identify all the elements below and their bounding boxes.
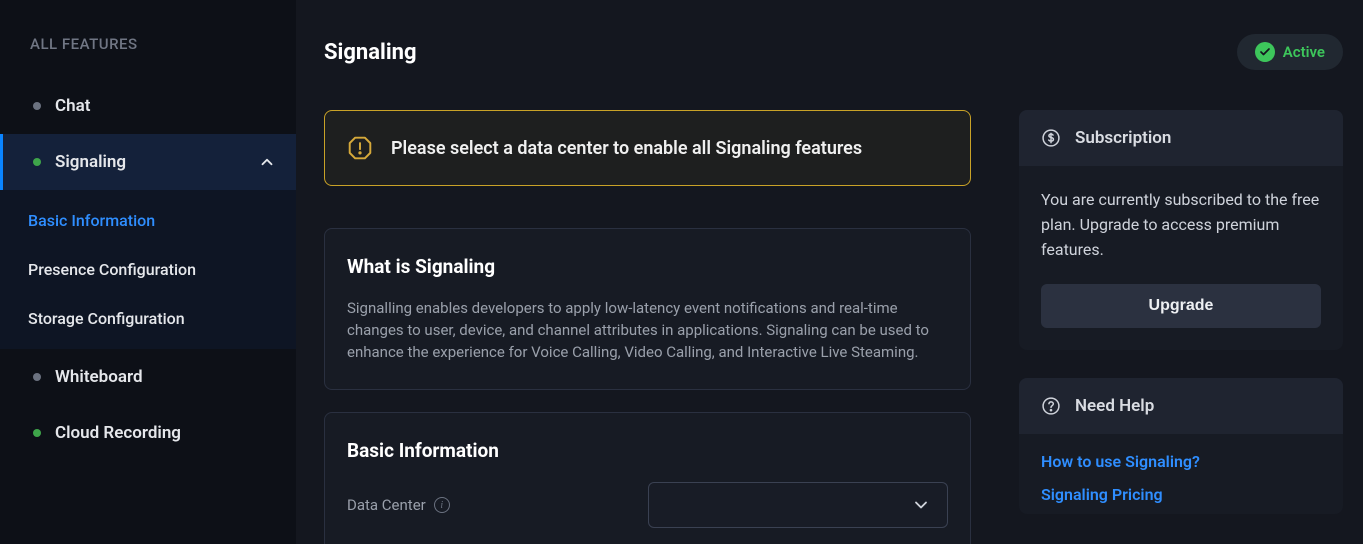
dollar-icon bbox=[1041, 128, 1061, 148]
status-badge: Active bbox=[1237, 34, 1343, 70]
status-dot-icon bbox=[33, 158, 41, 166]
sidebar-sub-presence-configuration[interactable]: Presence Configuration bbox=[0, 245, 296, 294]
card-title: What is Signaling bbox=[347, 255, 948, 278]
help-link-pricing[interactable]: Signaling Pricing bbox=[1041, 485, 1321, 504]
sidebar-item-label: Cloud Recording bbox=[55, 423, 276, 443]
data-center-select[interactable] bbox=[648, 482, 948, 528]
field-label: Data Center i bbox=[347, 496, 628, 514]
basic-information-card: Basic Information Data Center i bbox=[324, 412, 971, 544]
sidebar-item-whiteboard[interactable]: Whiteboard bbox=[0, 349, 296, 405]
page-title: Signaling bbox=[324, 40, 417, 65]
sidebar-item-label: Signaling bbox=[55, 152, 258, 172]
content-column: Please select a data center to enable al… bbox=[324, 110, 971, 544]
card-body: Signalling enables developers to apply l… bbox=[347, 298, 948, 363]
sidebar-sublist: Basic Information Presence Configuration… bbox=[0, 190, 296, 349]
sidebar-item-label: Chat bbox=[55, 96, 276, 116]
sidebar-item-label: Whiteboard bbox=[55, 367, 276, 387]
help-link-how-to-use[interactable]: How to use Signaling? bbox=[1041, 452, 1321, 471]
sidebar-item-chat[interactable]: Chat bbox=[0, 78, 296, 134]
status-dot-icon bbox=[33, 102, 41, 110]
upgrade-button[interactable]: Upgrade bbox=[1041, 284, 1321, 328]
card-title: Basic Information bbox=[347, 439, 948, 462]
right-column: Subscription You are currently subscribe… bbox=[1019, 110, 1343, 544]
check-circle-icon bbox=[1255, 42, 1275, 62]
sidebar-header: ALL FEATURES bbox=[0, 0, 296, 78]
subscription-panel: Subscription You are currently subscribe… bbox=[1019, 110, 1343, 350]
warning-icon bbox=[347, 135, 373, 161]
status-dot-icon bbox=[33, 429, 41, 437]
field-label-text: Data Center bbox=[347, 496, 426, 514]
warning-alert: Please select a data center to enable al… bbox=[324, 110, 971, 186]
subscription-text: You are currently subscribed to the free… bbox=[1041, 188, 1321, 262]
sidebar: ALL FEATURES Chat Signaling Basic Inform… bbox=[0, 0, 296, 544]
data-center-field: Data Center i bbox=[347, 482, 948, 528]
status-dot-icon bbox=[33, 373, 41, 381]
sidebar-item-signaling[interactable]: Signaling bbox=[0, 134, 296, 190]
help-icon bbox=[1041, 396, 1061, 416]
panel-header: Subscription bbox=[1019, 110, 1343, 166]
chevron-up-icon bbox=[258, 153, 276, 171]
panel-header: Need Help bbox=[1019, 378, 1343, 434]
panel-title: Subscription bbox=[1075, 128, 1171, 148]
sidebar-sub-basic-information[interactable]: Basic Information bbox=[0, 196, 296, 245]
chevron-down-icon bbox=[911, 495, 931, 515]
panel-title: Need Help bbox=[1075, 396, 1154, 416]
main-area: Signaling Active bbox=[296, 0, 1363, 544]
what-is-card: What is Signaling Signalling enables dev… bbox=[324, 228, 971, 390]
sidebar-sub-storage-configuration[interactable]: Storage Configuration bbox=[0, 294, 296, 343]
status-label: Active bbox=[1283, 43, 1325, 61]
alert-message: Please select a data center to enable al… bbox=[391, 138, 862, 159]
help-links: How to use Signaling? Signaling Pricing bbox=[1019, 434, 1343, 514]
panel-body: You are currently subscribed to the free… bbox=[1019, 166, 1343, 350]
need-help-panel: Need Help How to use Signaling? Signalin… bbox=[1019, 378, 1343, 514]
page-header: Signaling Active bbox=[324, 34, 1343, 70]
sidebar-item-cloud-recording[interactable]: Cloud Recording bbox=[0, 405, 296, 461]
info-icon[interactable]: i bbox=[434, 497, 450, 513]
